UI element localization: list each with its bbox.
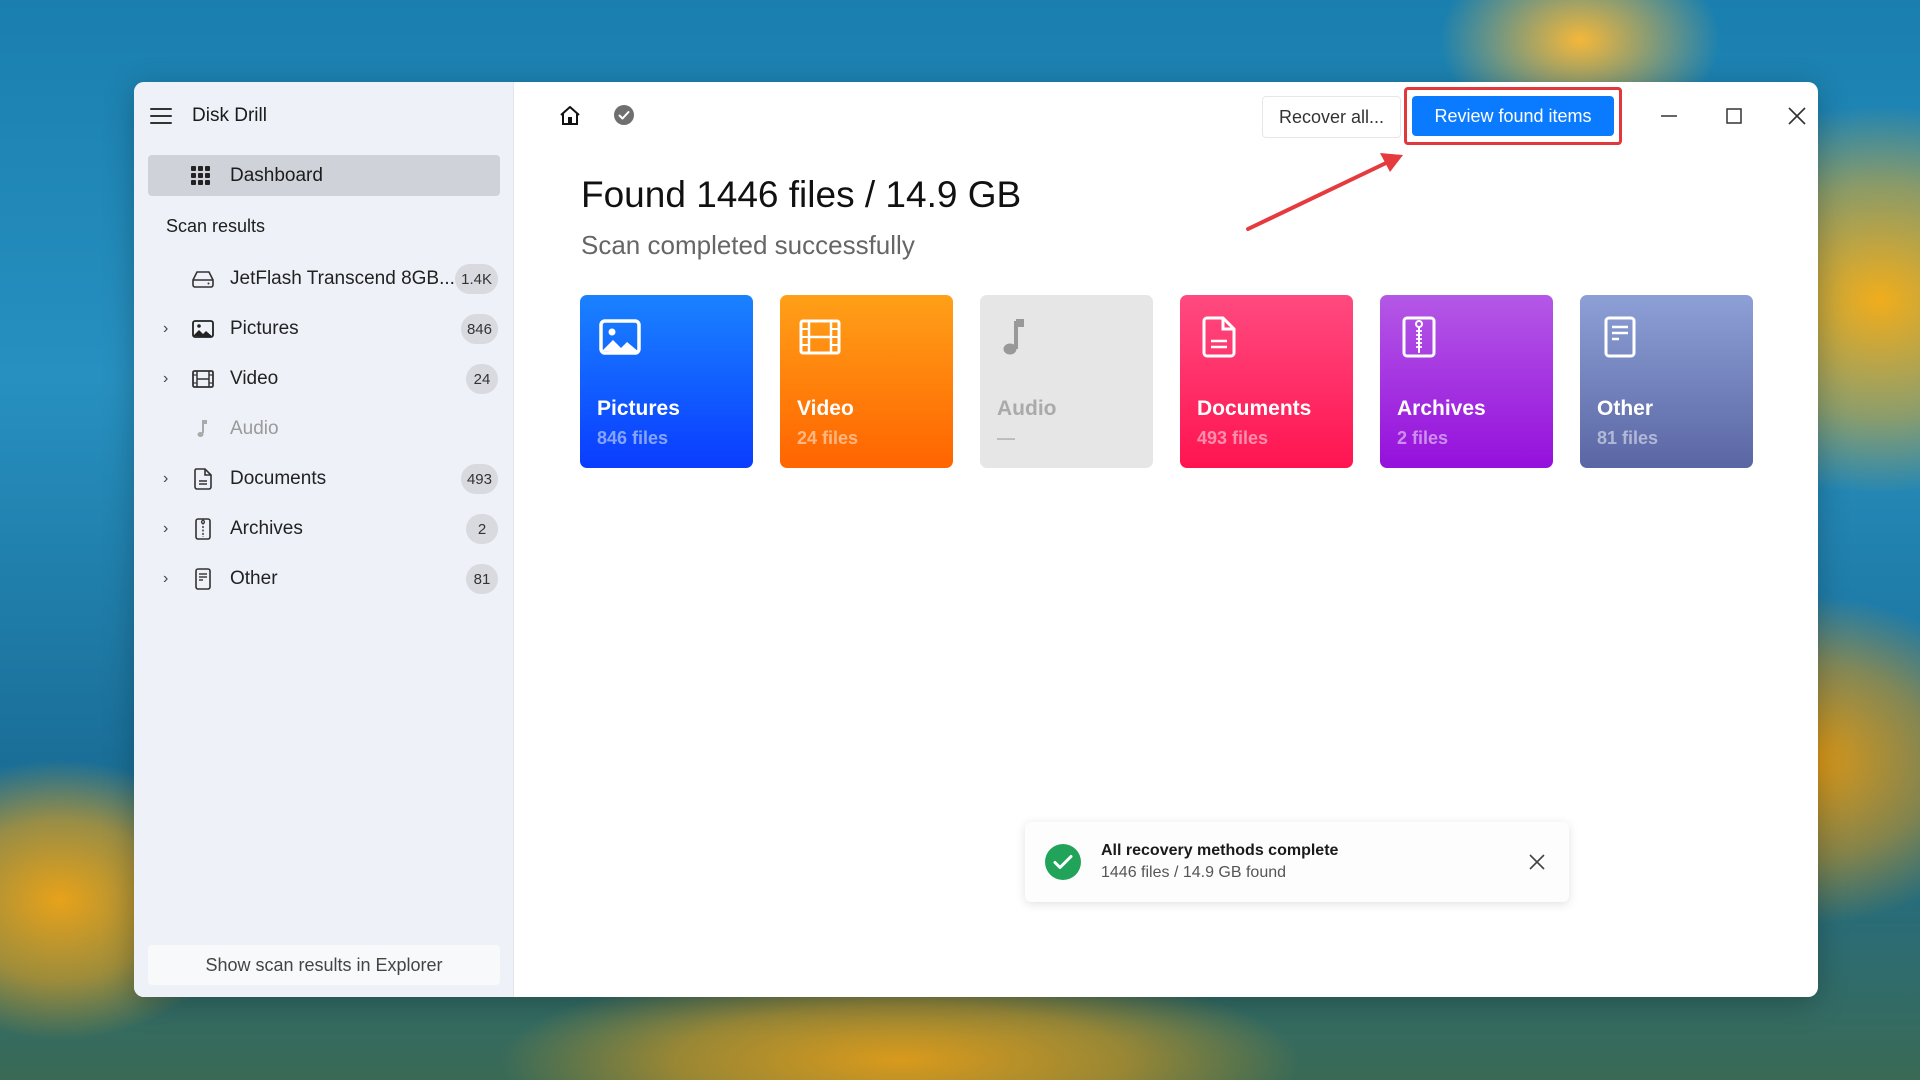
tree-item-audio: Audio <box>134 404 514 454</box>
count-badge: 2 <box>466 514 498 544</box>
tree-item-video[interactable]: › Video 24 <box>134 354 514 404</box>
card-count: 81 files <box>1597 428 1659 448</box>
count-badge: 81 <box>466 564 498 594</box>
card-documents[interactable]: Documents 493 files <box>1180 295 1353 468</box>
show-in-explorer-button[interactable]: Show scan results in Explorer <box>148 945 500 985</box>
document-icon <box>1202 316 1236 358</box>
tree-item-pictures[interactable]: › Pictures 846 <box>134 304 514 354</box>
tree-item-label: Video <box>230 368 279 389</box>
toast-subtitle: 1446 files / 14.9 GB found <box>1101 864 1287 881</box>
scan-results-tree: JetFlash Transcend 8GB... 1.4K › Picture… <box>134 254 514 604</box>
archive-zip-icon <box>1402 316 1436 358</box>
film-icon <box>799 319 841 355</box>
tree-item-label: Other <box>230 568 278 589</box>
success-check-icon <box>1045 844 1081 880</box>
other-file-icon <box>191 567 215 591</box>
picture-icon <box>191 317 215 341</box>
chevron-right-icon[interactable]: › <box>163 321 175 337</box>
tree-item-drive[interactable]: JetFlash Transcend 8GB... 1.4K <box>134 254 514 304</box>
count-badge: 846 <box>460 314 498 344</box>
toast-title: All recovery methods complete <box>1101 842 1339 859</box>
card-count: 493 files <box>1197 428 1269 448</box>
tree-item-label: Audio <box>230 418 279 439</box>
tree-item-documents[interactable]: › Documents 493 <box>134 454 514 504</box>
chevron-right-icon[interactable]: › <box>163 571 175 587</box>
card-title: Other <box>1597 397 1654 420</box>
tree-item-archives[interactable]: › Archives 2 <box>134 504 514 554</box>
tree-item-label: Documents <box>230 468 327 489</box>
sidebar: Disk Drill Dashboard Scan results JetFla… <box>134 82 514 997</box>
count-badge: 24 <box>466 364 498 394</box>
card-audio: Audio — <box>980 295 1153 468</box>
other-file-icon <box>1604 316 1636 358</box>
category-cards: Pictures 846 files Video 24 files Audio … <box>580 295 1780 468</box>
home-icon[interactable] <box>557 102 583 128</box>
card-title: Documents <box>1197 397 1312 420</box>
music-note-icon <box>191 417 215 441</box>
chevron-right-icon[interactable]: › <box>163 521 175 537</box>
card-video[interactable]: Video 24 files <box>780 295 953 468</box>
app-window: Disk Drill Dashboard Scan results JetFla… <box>134 82 1818 997</box>
drive-icon <box>191 267 215 291</box>
review-found-items-button[interactable]: Review found items <box>1412 96 1614 136</box>
music-note-icon <box>1003 319 1024 355</box>
card-title: Video <box>797 397 854 420</box>
app-header: Disk Drill <box>150 100 267 132</box>
card-title: Pictures <box>597 397 680 420</box>
main-panel: Recover all... Review found items Found … <box>515 82 1818 997</box>
chevron-right-icon[interactable]: › <box>163 371 175 387</box>
toast-close-icon[interactable] <box>1525 850 1549 874</box>
section-title-scan-results: Scan results <box>166 216 266 236</box>
card-pictures[interactable]: Pictures 846 files <box>580 295 753 468</box>
sidebar-item-label: Dashboard <box>230 164 323 186</box>
card-count: 2 files <box>1397 428 1449 448</box>
card-other[interactable]: Other 81 files <box>1580 295 1753 468</box>
card-count: — <box>997 428 1015 448</box>
app-title: Disk Drill <box>192 105 267 126</box>
card-title: Audio <box>997 397 1057 420</box>
count-badge: 1.4K <box>455 264 498 294</box>
picture-icon <box>599 319 641 355</box>
card-title: Archives <box>1397 397 1486 420</box>
count-badge: 493 <box>460 464 498 494</box>
tree-item-other[interactable]: › Other 81 <box>134 554 514 604</box>
minimize-icon[interactable] <box>1649 98 1689 134</box>
tree-item-label: Pictures <box>230 318 299 339</box>
review-button-highlight: Review found items <box>1404 87 1622 145</box>
scan-status: Scan completed successfully <box>581 230 915 260</box>
chevron-right-icon[interactable]: › <box>163 471 175 487</box>
card-archives[interactable]: Archives 2 files <box>1380 295 1553 468</box>
tree-item-label: Archives <box>230 518 303 539</box>
recover-all-button[interactable]: Recover all... <box>1262 96 1402 138</box>
sidebar-item-dashboard[interactable]: Dashboard <box>148 155 500 196</box>
close-window-icon[interactable] <box>1777 98 1817 134</box>
card-count: 24 files <box>797 428 859 448</box>
film-icon <box>191 367 215 391</box>
maximize-icon[interactable] <box>1714 98 1754 134</box>
grid-icon <box>191 165 211 186</box>
page-title: Found 1446 files / 14.9 GB <box>581 174 1022 215</box>
card-count: 846 files <box>597 428 669 448</box>
notification-toast: All recovery methods complete 1446 files… <box>1025 822 1569 902</box>
document-icon <box>191 467 215 491</box>
hamburger-menu-icon[interactable] <box>150 108 172 124</box>
check-circle-icon[interactable] <box>611 102 637 128</box>
archive-zip-icon <box>191 517 215 541</box>
tree-item-label: JetFlash Transcend 8GB... <box>230 268 455 289</box>
